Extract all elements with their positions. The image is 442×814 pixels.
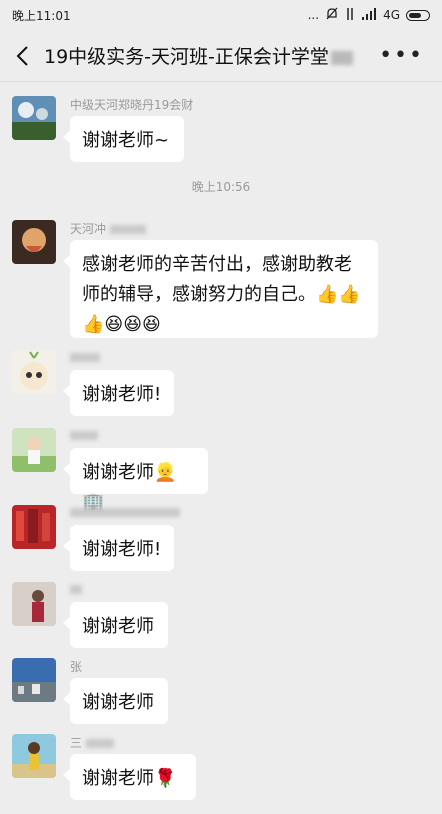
message-bubble[interactable]: 感谢老师的辛苦付出，感谢助教老 师的辅导，感谢努力的自己。👍👍 👍😆😆😆 — [63, 240, 378, 340]
sender-name — [70, 350, 100, 364]
sender-redaction — [70, 585, 82, 594]
message-text: 谢谢老师! — [82, 384, 162, 405]
avatar[interactable] — [12, 96, 56, 140]
data-transfer-icon — [345, 7, 355, 24]
message-bubble[interactable]: 谢谢老师! — [63, 525, 174, 571]
sender-name — [70, 505, 180, 519]
avatar[interactable] — [12, 220, 56, 264]
signal-icon — [361, 7, 377, 23]
thumbs-up-icon: 👍 — [338, 284, 361, 305]
back-icon[interactable] — [8, 42, 36, 70]
sender-redaction — [70, 353, 100, 362]
message-bubble[interactable]: 谢谢老师~ — [63, 116, 184, 162]
message-bubble[interactable]: 谢谢老师 — [63, 602, 168, 648]
title-redaction — [330, 50, 353, 65]
message-text: 谢谢老师! — [82, 539, 162, 560]
battery-icon — [406, 9, 430, 21]
chat-area[interactable]: 中级天河郑晓丹19会财 谢谢老师~ 晚上10:56 天河冲 感谢老师的辛苦付出，… — [0, 82, 442, 814]
message-bubble[interactable]: 谢谢老师👱🏢 — [63, 448, 208, 513]
sender-redaction — [70, 431, 98, 440]
sender-name: 中级天河郑晓丹19会财 — [70, 98, 194, 112]
sender-name: 三 — [70, 734, 115, 751]
network-type: 4G — [383, 8, 400, 22]
message-text: 谢谢老师 — [82, 768, 154, 789]
time-separator: 晚上10:56 — [191, 180, 251, 194]
message-bubble[interactable]: 谢谢老师! — [63, 370, 174, 416]
more-dots: ... — [307, 8, 320, 22]
laughing-face-icon: 😆 — [104, 314, 124, 335]
sender-name: 天河冲 — [70, 220, 147, 237]
sender-redaction — [70, 508, 180, 517]
message-text: 谢谢老师 — [82, 692, 154, 713]
message-emoji-line: 👍😆😆😆 — [82, 310, 366, 340]
avatar[interactable] — [12, 658, 56, 702]
avatar[interactable] — [12, 505, 56, 549]
thumbs-up-icon: 👍 — [316, 284, 339, 305]
thumbs-up-icon: 👍 — [82, 314, 105, 335]
message-text-line2: 师的辅导，感谢努力的自己。👍👍 — [82, 280, 366, 310]
avatar[interactable] — [12, 350, 56, 394]
message-bubble[interactable]: 谢谢老师 — [63, 678, 168, 724]
sender-name — [70, 428, 98, 442]
message-bubble[interactable]: 谢谢老师🌹 — [63, 754, 196, 800]
chat-header: 19中级实务-天河班-正保会计学堂 ••• — [0, 30, 442, 82]
sender-redaction — [86, 739, 115, 748]
status-time: 晚上11:01 — [12, 8, 71, 23]
message-text: 谢谢老师~ — [82, 130, 170, 151]
message-text-line1: 感谢老师的辛苦付出，感谢助教老 — [82, 254, 352, 275]
rose-icon: 🌹 — [154, 768, 177, 789]
message-text: 谢谢老师 — [82, 616, 154, 637]
avatar[interactable] — [12, 734, 56, 778]
sender-name: 张 — [70, 660, 83, 674]
blonde-person-emoji-icon: 👱 — [154, 462, 177, 483]
status-bar: 晚上11:01 ... 4G — [0, 0, 442, 30]
chat-title: 19中级实务-天河班-正保会计学堂 — [44, 42, 374, 69]
mute-icon — [325, 7, 339, 24]
more-options-icon[interactable]: ••• — [379, 43, 424, 68]
sender-redaction — [110, 225, 147, 234]
laughing-face-icon: 😆 — [123, 314, 142, 335]
chat-title-text: 19中级实务-天河班-正保会计学堂 — [44, 46, 329, 68]
avatar[interactable] — [12, 582, 56, 626]
laughing-face-icon: 😆 — [141, 314, 161, 335]
status-icons: ... 4G — [308, 7, 430, 24]
sender-name — [70, 582, 82, 596]
avatar[interactable] — [12, 428, 56, 472]
message-text: 谢谢老师 — [82, 462, 154, 483]
